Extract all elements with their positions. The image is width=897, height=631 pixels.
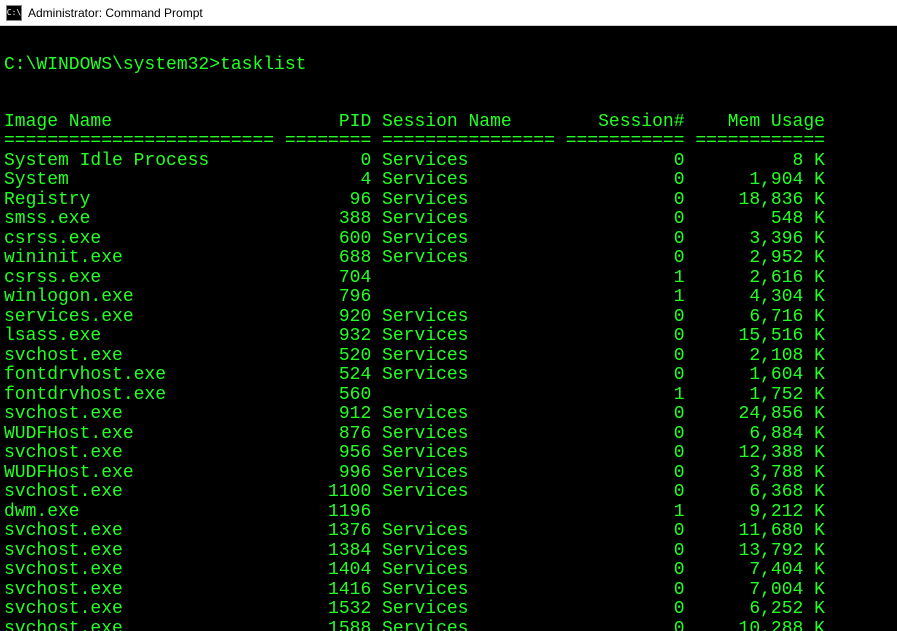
tasklist-table: Image Name PID Session Name Session# Mem… xyxy=(4,113,893,631)
cmd-icon: C:\ xyxy=(6,5,22,21)
prompt-path: C:\WINDOWS\system32> xyxy=(4,55,220,75)
terminal-output[interactable]: C:\WINDOWS\system32>tasklist Image Name … xyxy=(0,26,897,631)
window-titlebar: C:\ Administrator: Command Prompt xyxy=(0,0,897,26)
window-title: Administrator: Command Prompt xyxy=(28,6,203,20)
prompt-line: C:\WINDOWS\system32>tasklist xyxy=(4,56,893,76)
command-text: tasklist xyxy=(220,55,306,75)
